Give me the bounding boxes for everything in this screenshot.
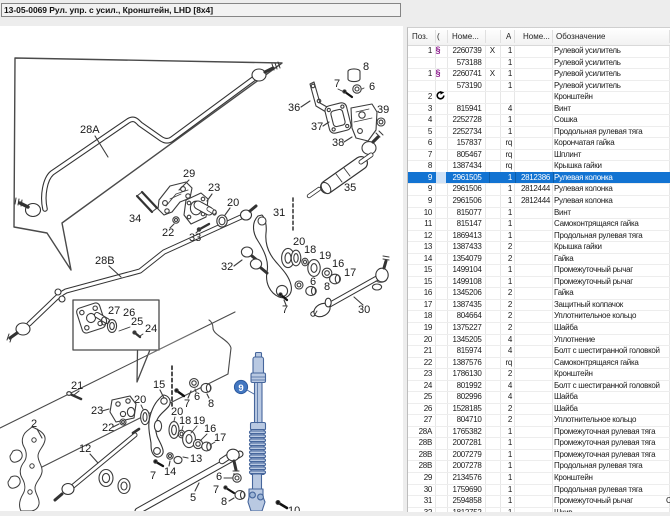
svg-text:28B: 28B [95, 255, 115, 267]
svg-text:24: 24 [145, 323, 157, 335]
svg-text:20: 20 [227, 197, 239, 209]
svg-text:12: 12 [79, 443, 91, 455]
svg-text:37: 37 [311, 121, 323, 133]
svg-text:8: 8 [324, 281, 330, 293]
svg-text:27: 27 [108, 305, 120, 317]
svg-text:8: 8 [208, 398, 214, 410]
svg-text:7: 7 [213, 484, 219, 496]
svg-text:10: 10 [288, 505, 300, 511]
svg-text:6: 6 [369, 81, 375, 93]
svg-text:6: 6 [194, 391, 200, 403]
svg-text:30: 30 [358, 304, 370, 316]
svg-text:18: 18 [304, 244, 316, 256]
svg-text:7: 7 [282, 304, 288, 316]
svg-text:22: 22 [162, 227, 174, 239]
svg-text:36: 36 [288, 102, 300, 114]
svg-text:8: 8 [363, 61, 369, 73]
svg-text:23: 23 [91, 405, 103, 417]
svg-text:8: 8 [221, 496, 227, 508]
svg-text:33: 33 [189, 232, 201, 244]
svg-text:22: 22 [102, 422, 114, 434]
svg-text:15: 15 [153, 379, 165, 391]
svg-text:31: 31 [273, 207, 285, 219]
svg-text:7: 7 [334, 78, 340, 90]
svg-text:18: 18 [179, 415, 191, 427]
svg-text:16: 16 [332, 258, 344, 270]
svg-text:2: 2 [31, 418, 37, 430]
svg-text:28A: 28A [80, 124, 100, 136]
svg-text:21: 21 [71, 380, 83, 392]
svg-text:13: 13 [190, 453, 202, 465]
svg-text:17: 17 [344, 267, 356, 279]
svg-text:32: 32 [221, 261, 233, 273]
svg-text:5: 5 [190, 492, 196, 504]
svg-text:7: 7 [150, 470, 156, 482]
svg-text:14: 14 [164, 466, 176, 478]
svg-text:6: 6 [216, 471, 222, 483]
svg-text:34: 34 [129, 213, 141, 225]
svg-text:35: 35 [344, 182, 356, 194]
svg-text:7: 7 [184, 398, 190, 410]
svg-text:19: 19 [319, 250, 331, 262]
svg-text:39: 39 [377, 104, 389, 116]
svg-text:25: 25 [131, 316, 143, 328]
svg-text:29: 29 [183, 168, 195, 180]
svg-text:23: 23 [208, 182, 220, 194]
svg-text:38: 38 [332, 137, 344, 149]
svg-text:17: 17 [214, 432, 226, 444]
svg-text:9: 9 [238, 383, 243, 394]
